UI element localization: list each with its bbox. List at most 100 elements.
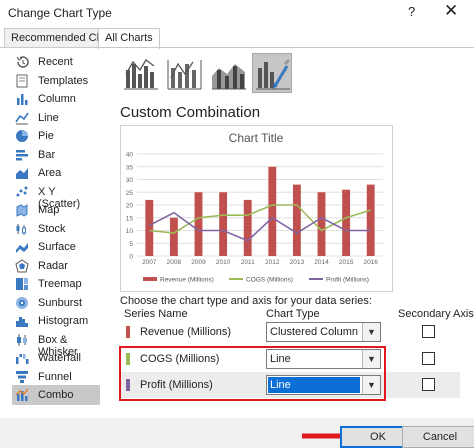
sidebar-item-label: Treemap bbox=[38, 278, 82, 290]
y-tick-label: 20 bbox=[126, 203, 134, 210]
sidebar-item-label: Sunburst bbox=[38, 296, 83, 309]
section-title: Custom Combination bbox=[120, 104, 261, 121]
title-bar: Change Chart Type ? ✕ bbox=[0, 0, 474, 26]
custom-combination-icon[interactable] bbox=[252, 53, 292, 93]
sidebar-item-map[interactable]: Map bbox=[12, 200, 100, 220]
sidebar-item-sunburst[interactable]: Sunburst bbox=[12, 293, 100, 313]
sidebar-item-waterfall[interactable]: Waterfall bbox=[12, 348, 100, 368]
sidebar-item-label: Surface bbox=[38, 241, 76, 253]
sidebar-item-stock[interactable]: Stock bbox=[12, 219, 100, 239]
sidebar-item-label: Funnel bbox=[38, 370, 72, 383]
sidebar-item-surface[interactable]: Surface bbox=[12, 237, 100, 257]
revenue-bar bbox=[219, 192, 228, 256]
histogram-chart-icon bbox=[15, 314, 29, 328]
revenue-bar bbox=[317, 192, 326, 256]
line-chart-icon bbox=[15, 111, 29, 125]
sidebar-item-label: Map bbox=[38, 204, 60, 216]
sidebar-item-radar[interactable]: Radar bbox=[12, 256, 100, 276]
tab-divider bbox=[0, 47, 474, 48]
x-tick-label: 2012 bbox=[265, 259, 280, 266]
chart-preview: Chart Title 0 5 10 15 20 25 30 35 40 2007 2008 2009 2… bbox=[120, 125, 393, 292]
revenue-bar bbox=[292, 184, 301, 256]
annotation-highlight-box bbox=[119, 346, 386, 401]
sunburst-chart-icon bbox=[15, 296, 29, 310]
window-title: Change Chart Type bbox=[8, 6, 112, 20]
y-tick-label: 30 bbox=[126, 177, 134, 184]
sidebar-item-templates[interactable]: Templates bbox=[12, 71, 100, 91]
y-tick-label: 25 bbox=[126, 190, 134, 197]
sidebar-item-label: Templates bbox=[38, 74, 89, 87]
revenue-bar bbox=[169, 217, 178, 256]
area-chart-icon bbox=[15, 166, 29, 180]
clustered-column-line-icon[interactable] bbox=[120, 53, 160, 93]
x-tick-label: 2007 bbox=[142, 259, 157, 266]
waterfall-chart-icon bbox=[15, 351, 29, 365]
y-tick-label: 0 bbox=[129, 254, 133, 261]
x-tick-label: 2008 bbox=[167, 259, 182, 266]
sidebar-item-box-whisker[interactable]: Box & Whisker bbox=[12, 330, 100, 358]
x-tick-label: 2010 bbox=[216, 259, 231, 266]
sidebar-item-label: Combo bbox=[38, 389, 74, 401]
templates-icon bbox=[15, 74, 29, 88]
profit-line bbox=[148, 211, 371, 242]
chart-type-dropdown[interactable]: Clustered Column ▼ bbox=[266, 322, 381, 342]
combo-chart: Chart Title 0 5 10 15 20 25 30 35 40 2007 2008 2009 2… bbox=[126, 131, 383, 284]
x-tick-label: 2011 bbox=[241, 259, 255, 266]
help-button[interactable]: ? bbox=[408, 4, 415, 19]
y-tick-label: 15 bbox=[126, 215, 134, 222]
sidebar-item-x-y-scatter[interactable]: X Y (Scatter) bbox=[12, 182, 100, 210]
revenue-bar bbox=[366, 184, 375, 256]
sidebar-item-recent[interactable]: Recent bbox=[12, 52, 100, 72]
y-tick-label: 40 bbox=[126, 152, 134, 159]
y-tick-label: 5 bbox=[129, 241, 133, 248]
scatter-chart-icon bbox=[15, 185, 29, 199]
box-whisker-chart-icon bbox=[15, 333, 29, 347]
sidebar-item-label: Pie bbox=[38, 130, 54, 142]
sidebar-item-bar[interactable]: Bar bbox=[12, 145, 100, 165]
chevron-down-icon[interactable]: ▼ bbox=[362, 323, 380, 341]
sidebar-item-label: Line bbox=[38, 111, 59, 124]
sidebar-item-line[interactable]: Line bbox=[12, 108, 100, 128]
sidebar-item-histogram[interactable]: Histogram bbox=[12, 311, 100, 331]
sidebar-item-label: Area bbox=[38, 167, 62, 179]
sidebar-item-label: Column bbox=[38, 93, 76, 105]
sidebar-item-label: Waterfall bbox=[38, 352, 81, 364]
revenue-bar bbox=[145, 199, 154, 256]
cancel-button[interactable]: Cancel bbox=[402, 426, 474, 448]
x-tick-label: 2013 bbox=[290, 259, 305, 266]
treemap-chart-icon bbox=[15, 277, 29, 291]
sidebar-item-pie[interactable]: Pie bbox=[12, 126, 100, 146]
clustered-column-line-secondary-icon[interactable] bbox=[164, 53, 204, 93]
sidebar-item-area[interactable]: Area bbox=[12, 163, 100, 183]
stock-chart-icon bbox=[15, 222, 29, 236]
chart-type-value: Clustered Column bbox=[270, 326, 359, 338]
x-tick-label: 2009 bbox=[191, 259, 206, 266]
pie-chart-icon bbox=[15, 129, 29, 143]
tab-all-charts[interactable]: All Charts bbox=[98, 28, 160, 49]
revenue-bar bbox=[243, 199, 252, 256]
sidebar-item-combo[interactable]: Combo bbox=[12, 385, 100, 405]
stacked-area-column-icon[interactable] bbox=[208, 53, 248, 93]
secondary-axis-checkbox[interactable] bbox=[422, 352, 435, 365]
close-button[interactable]: ✕ bbox=[444, 1, 458, 21]
funnel-chart-icon bbox=[15, 370, 29, 384]
sidebar-item-label: Histogram bbox=[38, 315, 89, 327]
sidebar-item-treemap[interactable]: Treemap bbox=[12, 274, 100, 294]
legend-swatch bbox=[143, 277, 157, 281]
sidebar-item-label: Recent bbox=[38, 56, 73, 68]
sidebar-item-label: Stock bbox=[38, 222, 66, 235]
secondary-axis-checkbox[interactable] bbox=[422, 378, 435, 391]
secondary-axis-checkbox[interactable] bbox=[422, 325, 435, 338]
legend-label: Revenue (Millions) bbox=[160, 277, 214, 284]
y-tick-label: 35 bbox=[126, 164, 134, 171]
revenue-bar bbox=[194, 192, 203, 256]
sidebar-item-column[interactable]: Column bbox=[12, 89, 100, 109]
map-chart-icon bbox=[15, 203, 29, 217]
y-tick-label: 10 bbox=[126, 228, 134, 235]
series-color-swatch bbox=[126, 326, 130, 338]
sidebar-item-label: Radar bbox=[38, 259, 68, 272]
series-name: Revenue (Millions) bbox=[140, 326, 232, 338]
tab-strip: Recommended Charts All Charts bbox=[0, 28, 474, 49]
sidebar-item-funnel[interactable]: Funnel bbox=[12, 367, 100, 387]
x-tick-label: 2014 bbox=[314, 259, 329, 266]
